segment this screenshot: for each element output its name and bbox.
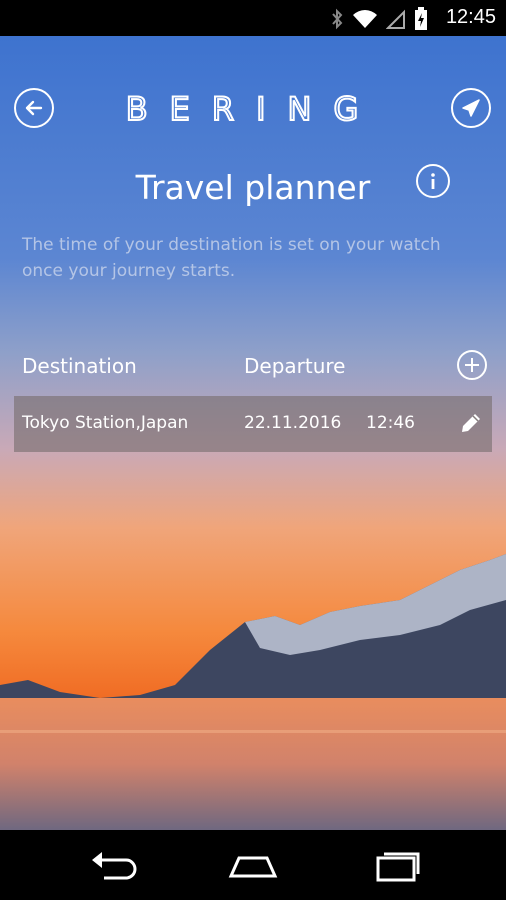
signal-icon — [386, 9, 405, 29]
bering-logo: BERING — [125, 92, 381, 124]
bluetooth-icon — [332, 8, 343, 30]
departure-column-header: Departure — [244, 354, 346, 378]
trip-destination: Tokyo Station,Japan — [22, 413, 189, 433]
system-navigation-bar — [0, 830, 506, 900]
flight-mode-button[interactable] — [451, 88, 491, 128]
arrow-left-icon — [25, 100, 43, 116]
app-screen: BERING Travel planner The time of your d… — [0, 36, 506, 830]
battery-icon — [415, 7, 427, 30]
back-nav-icon[interactable] — [86, 848, 142, 882]
status-bar: 12:45 — [0, 0, 506, 36]
background-landscape — [0, 554, 506, 830]
info-button[interactable] — [416, 164, 450, 198]
trip-departure-date: 22.11.2016 — [244, 413, 342, 433]
trip-departure-time: 12:46 — [366, 413, 415, 433]
status-icons — [330, 7, 428, 31]
airplane-icon — [462, 99, 480, 117]
recents-nav-icon[interactable] — [368, 848, 424, 882]
plus-icon — [465, 358, 479, 372]
edit-pencil-icon[interactable] — [456, 410, 484, 438]
wifi-icon — [353, 10, 377, 28]
info-icon — [431, 173, 435, 189]
svg-text:BERING: BERING — [126, 92, 381, 124]
back-button[interactable] — [14, 88, 54, 128]
status-time: 12:45 — [445, 6, 496, 28]
destination-column-header: Destination — [22, 354, 137, 378]
info-text: The time of your destination is set on y… — [22, 235, 441, 281]
home-nav-icon[interactable] — [225, 848, 281, 882]
add-trip-button[interactable] — [457, 350, 487, 380]
trip-row[interactable]: Tokyo Station,Japan 22.11.2016 12:46 — [14, 396, 492, 452]
